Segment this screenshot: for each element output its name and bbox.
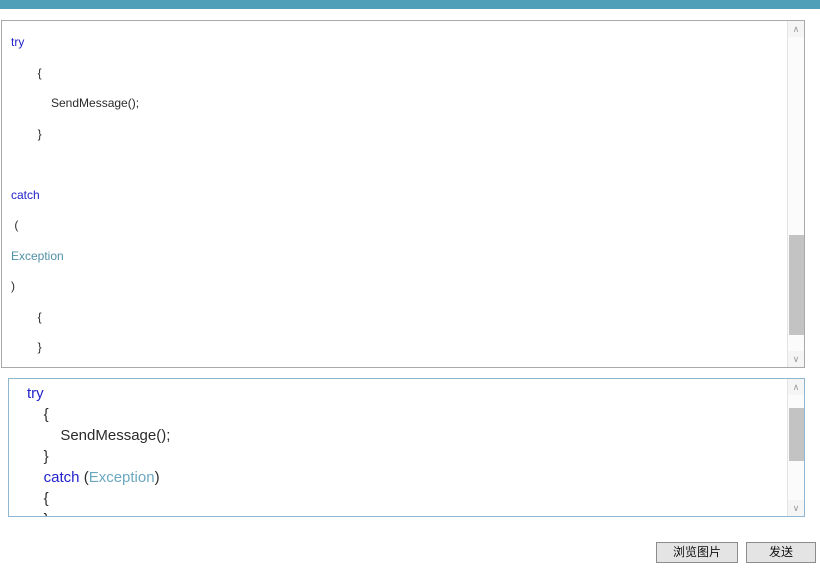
- preview-scrollbar-thumb[interactable]: [789, 408, 804, 461]
- browse-images-button[interactable]: 浏览图片: [656, 542, 738, 563]
- code-line: try: [2, 27, 782, 58]
- code-line: }: [9, 446, 787, 467]
- code-token: (: [11, 218, 19, 232]
- code-token: }: [27, 448, 49, 465]
- preview-scroll-down-arrow-icon[interactable]: ∨: [788, 500, 804, 516]
- scroll-up-arrow-icon[interactable]: ∧: [788, 21, 804, 37]
- code-line: {: [9, 404, 787, 425]
- code-token: Exception: [11, 248, 64, 263]
- code-preview-lines: try { SendMessage(); } catch (Exception)…: [9, 379, 787, 516]
- code-input-area[interactable]: try { SendMessage(); } catch ( Exception)…: [1, 20, 805, 368]
- code-token: {: [11, 65, 42, 80]
- code-token: try: [27, 385, 44, 402]
- code-line: try: [9, 383, 787, 404]
- code-token: {: [27, 490, 49, 507]
- app-root: try { SendMessage(); } catch (Exception)…: [0, 0, 820, 570]
- scrollbar-track-top[interactable]: [789, 37, 804, 235]
- code-line: catch: [2, 180, 782, 211]
- code-line: (: [2, 210, 782, 241]
- code-token: {: [27, 406, 49, 423]
- code-token: ): [11, 279, 15, 293]
- code-token: Exception: [88, 469, 155, 486]
- preview-scrollbar-track-bottom[interactable]: [789, 461, 804, 500]
- code-input-scrollbar[interactable]: ∧ ∨: [787, 21, 804, 367]
- code-preview-area[interactable]: try { SendMessage(); } catch (Exception)…: [8, 378, 805, 517]
- code-line: ): [2, 271, 782, 302]
- code-line: }: [9, 509, 787, 516]
- code-line: catch (Exception): [9, 467, 787, 488]
- code-token: catch: [43, 469, 80, 486]
- code-token: (: [79, 469, 89, 486]
- preview-scrollbar-track-top[interactable]: [789, 395, 804, 408]
- code-line: SendMessage();: [2, 88, 782, 119]
- code-line: {: [2, 302, 782, 333]
- scrollbar-thumb[interactable]: [789, 235, 804, 335]
- code-token: }: [11, 126, 42, 141]
- code-token: try: [11, 35, 25, 49]
- accent-top-bar: [0, 0, 820, 9]
- code-line: {: [9, 488, 787, 509]
- scroll-down-arrow-icon[interactable]: ∨: [788, 351, 804, 367]
- preview-scroll-up-arrow-icon[interactable]: ∧: [788, 379, 804, 395]
- code-token: SendMessage();: [11, 96, 140, 110]
- code-line: {: [2, 58, 782, 89]
- code-token: catch: [11, 187, 40, 202]
- code-line: }: [2, 119, 782, 150]
- code-token: }: [27, 511, 49, 516]
- code-token: {: [11, 309, 42, 324]
- code-input-lines: try { SendMessage(); } catch ( Exception)…: [2, 21, 782, 363]
- code-line: }: [2, 332, 782, 363]
- code-line: SendMessage();: [9, 425, 787, 446]
- code-token: }: [11, 340, 42, 354]
- code-preview-scrollbar[interactable]: ∧ ∨: [787, 379, 804, 516]
- code-token: ): [154, 469, 160, 486]
- action-button-row: 浏览图片 发送: [0, 542, 820, 564]
- code-line: Exception: [2, 241, 782, 272]
- scrollbar-track-bottom[interactable]: [789, 335, 804, 351]
- send-button[interactable]: 发送: [746, 542, 816, 563]
- code-token: SendMessage();: [27, 427, 171, 444]
